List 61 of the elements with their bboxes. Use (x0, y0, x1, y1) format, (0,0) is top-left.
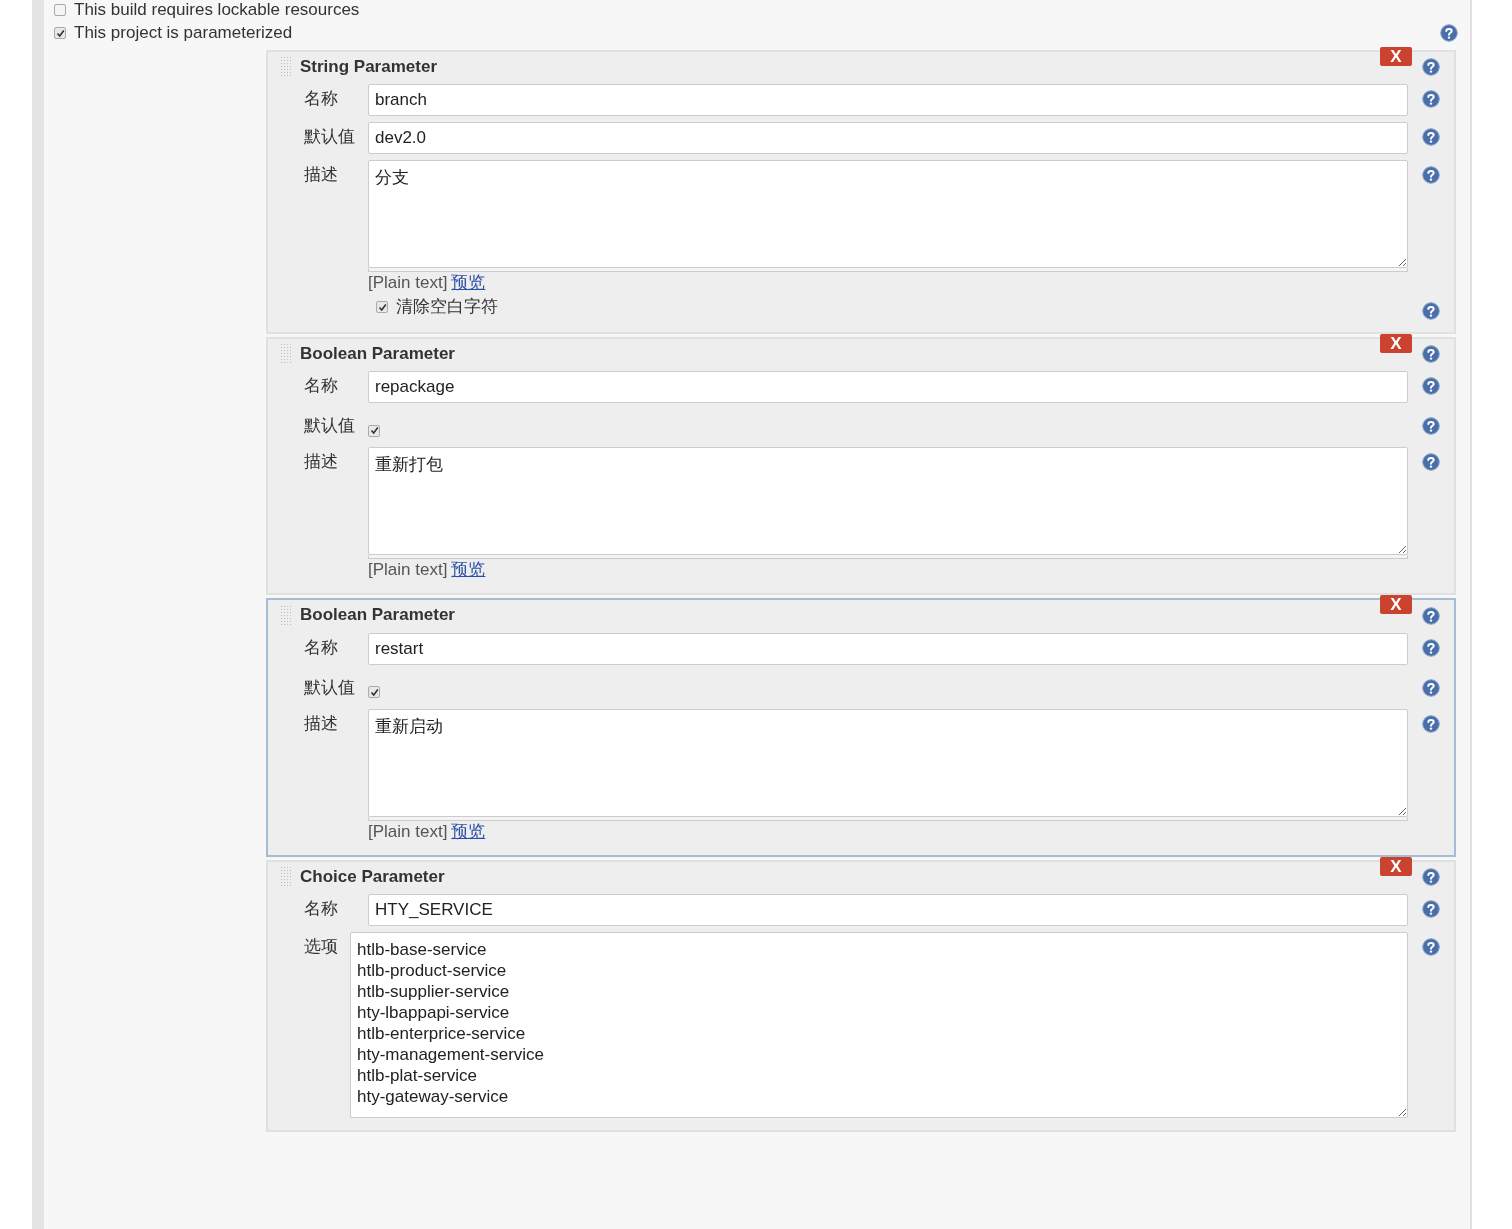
description-field[interactable]: 分支 (368, 160, 1408, 269)
description-field[interactable]: 重新打包 (368, 447, 1408, 556)
field-label: 默认值 (304, 127, 355, 147)
checkbox[interactable] (376, 301, 388, 314)
field-label: 名称 (304, 376, 338, 396)
option-label: This build requires lockable resources (74, 0, 360, 21)
field-label: 描述 (304, 452, 338, 472)
text-field[interactable]: branch (368, 84, 1408, 117)
help-icon[interactable] (1422, 302, 1440, 321)
help-icon[interactable] (1422, 417, 1440, 436)
field-label: 名称 (304, 89, 338, 109)
option-label: 清除空白字符 (396, 296, 498, 319)
parameter-title: Boolean Parameter (300, 604, 455, 627)
checkbox[interactable] (368, 686, 380, 699)
field-label: 名称 (304, 898, 338, 918)
preview-link[interactable]: 预览 (451, 820, 486, 843)
help-icon[interactable] (1422, 453, 1440, 472)
option-label: This project is parameterized (74, 21, 293, 44)
field-label: 描述 (304, 165, 338, 185)
checkbox[interactable] (368, 424, 380, 437)
help-icon[interactable] (1422, 899, 1440, 918)
description-field[interactable]: 重新启动 (368, 708, 1408, 817)
help-icon[interactable] (1422, 128, 1440, 147)
help-icon[interactable] (1422, 867, 1440, 886)
parameter-title: Boolean Parameter (300, 343, 455, 366)
delete-button[interactable]: X (1380, 595, 1412, 615)
text-field[interactable]: HTY_SERVICE (368, 893, 1408, 926)
help-icon[interactable] (1422, 58, 1440, 77)
format-label: [Plain text] (368, 272, 448, 295)
choices-field[interactable]: htlb-base-service htlb-product-service htlb-supplier-service hty-lbappapi-service htlb-enterprice-service hty-management-service htlb-plat-service hty-gateway-service (350, 931, 1408, 1118)
help-icon[interactable] (1422, 937, 1440, 956)
help-icon[interactable] (1422, 678, 1440, 697)
help-icon[interactable] (1440, 24, 1458, 42)
checkbox[interactable] (54, 27, 66, 39)
help-icon[interactable] (1422, 90, 1440, 109)
delete-button[interactable]: X (1380, 47, 1412, 66)
text-field[interactable]: dev2.0 (368, 122, 1408, 155)
checkbox[interactable] (54, 4, 66, 16)
preview-link[interactable]: 预览 (451, 272, 486, 295)
help-icon[interactable] (1422, 377, 1440, 396)
preview-link[interactable]: 预览 (451, 559, 486, 582)
field-label: 名称 (304, 637, 338, 657)
resize-grip[interactable] (368, 816, 1408, 821)
text-field[interactable]: repackage (368, 371, 1408, 404)
field-label: 默认值 (304, 677, 355, 697)
delete-button[interactable]: X (1380, 334, 1412, 354)
format-label: [Plain text] (368, 559, 448, 582)
help-icon[interactable] (1422, 345, 1440, 364)
format-label: [Plain text] (368, 820, 448, 843)
field-label: 描述 (304, 713, 338, 733)
help-icon[interactable] (1422, 714, 1440, 733)
help-icon[interactable] (1422, 606, 1440, 625)
help-icon[interactable] (1422, 638, 1440, 657)
parameter-title: String Parameter (300, 56, 437, 78)
field-label: 默认值 (304, 416, 355, 436)
resize-grip[interactable] (368, 555, 1408, 560)
help-icon[interactable] (1422, 166, 1440, 185)
text-field[interactable]: restart (368, 632, 1408, 665)
field-label: 选项 (304, 936, 338, 956)
parameter-title: Choice Parameter (300, 865, 445, 888)
resize-grip[interactable] (368, 268, 1408, 273)
